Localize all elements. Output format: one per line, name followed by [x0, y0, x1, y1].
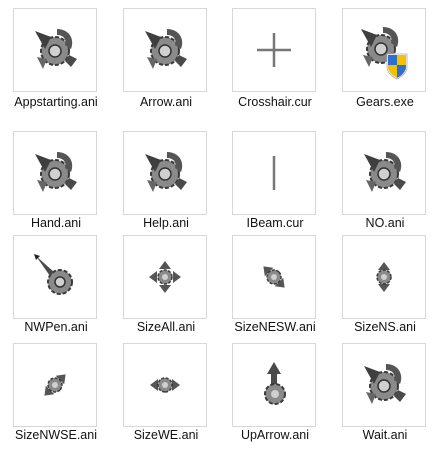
file-thumbnail	[232, 8, 316, 92]
file-name: Help.ani	[143, 216, 189, 230]
file-item-uparrow[interactable]: UpArrow.ani	[223, 343, 327, 443]
file-grid: Appstarting.ani Arrow.ani Crosshair.cur …	[0, 0, 436, 454]
ibeam-icon	[272, 156, 276, 190]
file-name: Wait.ani	[362, 428, 408, 442]
gears-cursor-icon	[145, 152, 187, 192]
file-thumbnail	[123, 235, 207, 319]
gear-pen-icon	[34, 254, 73, 295]
size-all-icon	[149, 261, 181, 293]
file-name: SizeNS.ani	[354, 320, 416, 334]
file-thumbnail	[123, 131, 207, 215]
file-item-crosshair[interactable]: Crosshair.cur	[223, 8, 327, 126]
size-we-icon	[150, 377, 180, 393]
file-item-appstarting[interactable]: Appstarting.ani	[4, 8, 108, 126]
file-item-ibeam[interactable]: IBeam.cur	[223, 131, 327, 231]
file-name: IBeam.cur	[246, 216, 304, 230]
file-name: Appstarting.ani	[14, 95, 98, 109]
gears-cursor-icon	[145, 29, 187, 69]
file-name: Crosshair.cur	[238, 95, 312, 109]
gears-cursor-icon	[35, 29, 77, 69]
file-item-wait[interactable]: Wait.ani	[333, 343, 436, 443]
file-thumbnail	[13, 131, 97, 215]
file-item-arrow[interactable]: Arrow.ani	[114, 8, 218, 126]
file-item-sizens[interactable]: SizeNS.ani	[333, 235, 436, 335]
file-name: NWPen.ani	[24, 320, 88, 334]
file-item-sizeall[interactable]: SizeAll.ani	[114, 235, 218, 335]
crosshair-icon	[257, 33, 291, 67]
file-thumbnail	[13, 8, 97, 92]
gears-cursor-icon	[35, 152, 77, 192]
file-name: Arrow.ani	[139, 95, 193, 109]
file-name: NO.ani	[365, 216, 405, 230]
file-name: UpArrow.ani	[240, 428, 310, 442]
file-thumbnail	[13, 343, 97, 427]
file-name: SizeNWSE.ani	[15, 428, 97, 442]
file-item-sizewe[interactable]: SizeWE.ani	[114, 343, 218, 443]
file-thumbnail	[232, 235, 316, 319]
file-thumbnail	[123, 343, 207, 427]
file-item-hand[interactable]: Hand.ani	[4, 131, 108, 231]
file-thumbnail	[342, 343, 426, 427]
file-name: Gears.exe	[356, 95, 414, 109]
file-thumbnail	[232, 131, 316, 215]
size-nwse-icon	[44, 374, 66, 396]
file-thumbnail	[123, 8, 207, 92]
file-thumbnail	[342, 131, 426, 215]
file-item-gears-exe[interactable]: Gears.exe	[333, 8, 436, 126]
file-name: SizeAll.ani	[136, 320, 196, 334]
file-thumbnail	[232, 343, 316, 427]
file-name: Hand.ani	[30, 216, 82, 230]
file-item-nwpen[interactable]: NWPen.ani	[4, 235, 108, 335]
file-name: SizeNESW.ani	[234, 320, 316, 334]
file-item-no[interactable]: NO.ani	[333, 131, 436, 231]
gears-cursor-icon	[364, 152, 406, 192]
size-ns-icon	[376, 262, 392, 292]
size-nesw-icon	[263, 266, 285, 288]
gears-cursor-icon	[364, 364, 406, 404]
file-thumbnail	[342, 235, 426, 319]
file-name: SizeWE.ani	[133, 428, 199, 442]
file-item-sizenesw[interactable]: SizeNESW.ani	[223, 235, 327, 335]
gears-shield-exe-icon	[361, 27, 408, 80]
file-thumbnail	[342, 8, 426, 92]
file-thumbnail	[13, 235, 97, 319]
file-item-sizenwse[interactable]: SizeNWSE.ani	[4, 343, 108, 443]
up-arrow-gear-icon	[264, 362, 286, 405]
file-item-help[interactable]: Help.ani	[114, 131, 218, 231]
